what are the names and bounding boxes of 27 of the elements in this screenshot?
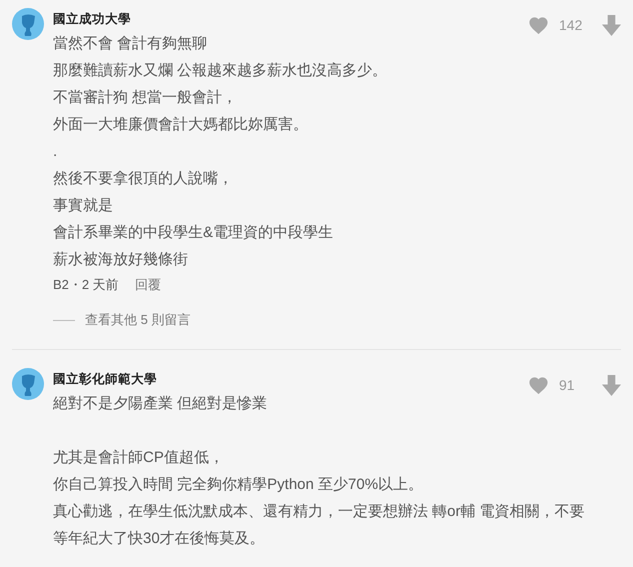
comment-text-line: 當然不會 會計有夠無聊 xyxy=(53,34,208,54)
avatar-icon xyxy=(12,368,44,400)
author-name: 國立彰化師範大學 xyxy=(53,370,157,388)
comment-text-line: 會計系畢業的中段學生&電理資的中段學生 xyxy=(53,223,334,243)
heart-icon[interactable] xyxy=(528,376,549,394)
comment-text-line: 你自己算投入時間 完全夠你精學Python 至少70%以上。 xyxy=(53,475,424,495)
like-count: 142 xyxy=(559,17,584,33)
comment-text-line: 不當審計狗 想當一般會計， xyxy=(53,88,238,108)
comment-text-line: . xyxy=(53,142,58,162)
view-more-replies-link[interactable]: 查看其他 5 則留言 xyxy=(85,311,190,329)
comment-text-line: 等年紀大了快30才在後悔莫及。 xyxy=(53,529,266,549)
comment-text-line: 真心勸逃，在學生低沈默成本、還有精力，一定要想辦法 轉or輔 電資相關，不要 xyxy=(53,502,586,522)
down-arrow-icon[interactable] xyxy=(602,374,621,396)
comment-text-line: 絕對不是夕陽產業 但絕對是慘業 xyxy=(53,394,268,414)
comment-text-line: 薪水被海放好幾條街 xyxy=(53,250,189,270)
author-name: 國立成功大學 xyxy=(53,10,131,28)
comment-text-line: 外面一大堆廉價會計大媽都比妳厲害。 xyxy=(53,115,309,135)
like-count: 91 xyxy=(559,377,576,393)
comment-text-line: 那麼難讀薪水又爛 公報越來越多薪水也沒高多少。 xyxy=(53,61,388,81)
comment-text-line: 然後不要拿很頂的人說嘴， xyxy=(53,169,234,189)
down-arrow-icon[interactable] xyxy=(602,14,621,36)
reply-link[interactable]: 回覆 xyxy=(134,276,161,294)
heart-icon[interactable] xyxy=(528,16,549,34)
comment-text-line: 事實就是 xyxy=(53,196,114,216)
comment-text-line: 尤其是會計師CP值超低， xyxy=(53,448,225,468)
floor-and-time: B2・2 天前 xyxy=(53,276,119,294)
avatar-icon xyxy=(12,8,44,40)
